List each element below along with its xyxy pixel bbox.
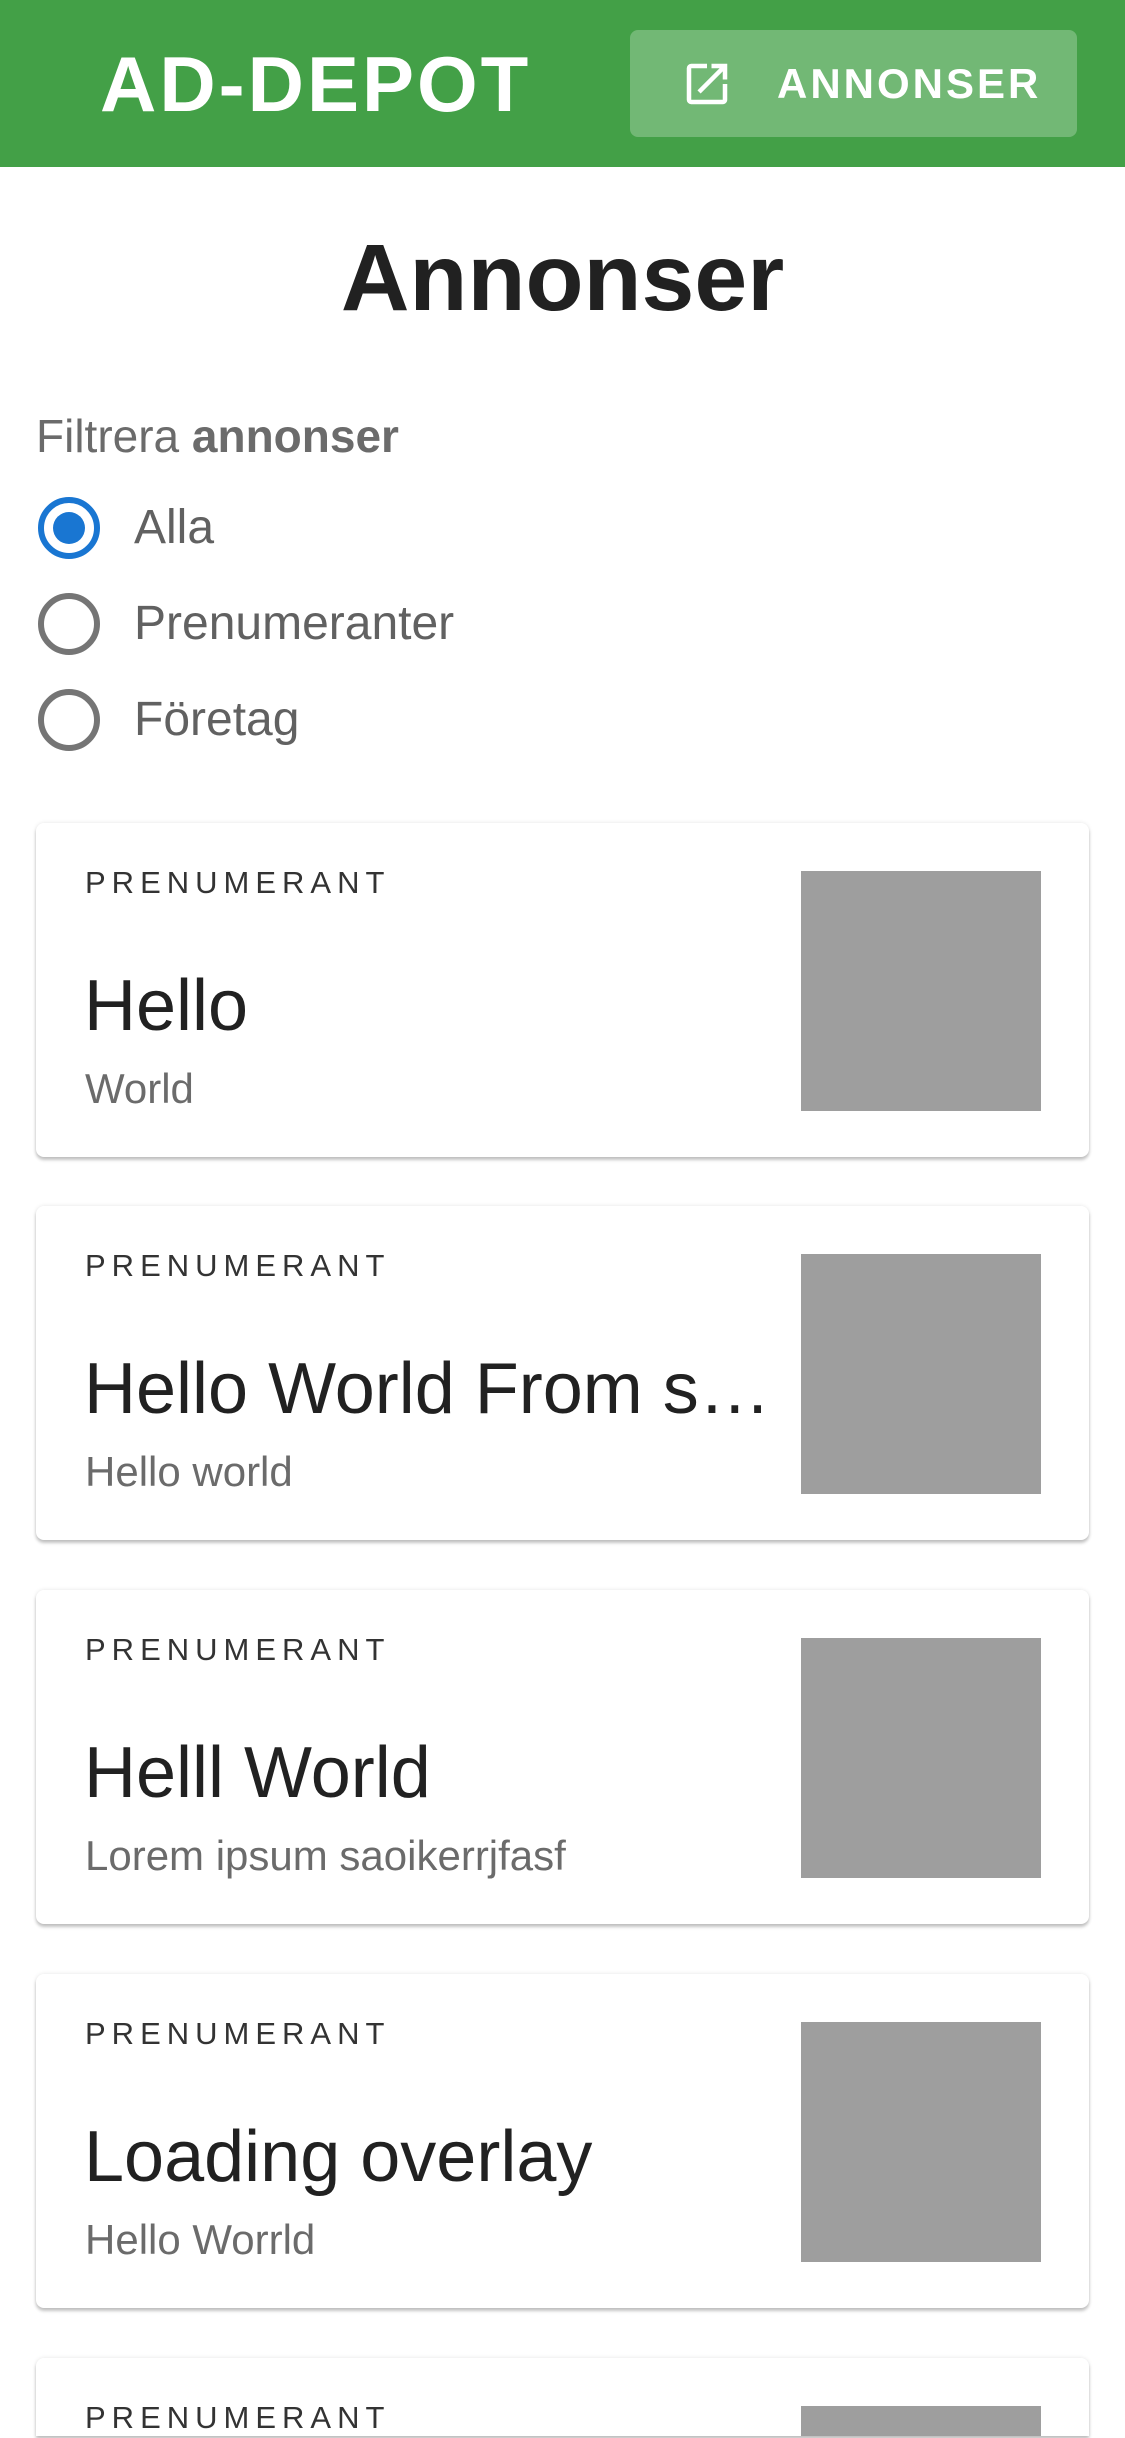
filter-option-alla[interactable]: Alla <box>38 493 214 563</box>
filter-option-label: Prenumeranter <box>134 597 455 650</box>
ad-image-placeholder <box>801 2406 1041 2436</box>
app-bar: AD-DEPOT ANNONSER <box>0 0 1125 167</box>
ad-category: PRENUMERANT <box>85 865 391 900</box>
page-title: Annonser <box>340 225 785 331</box>
nav-button-label: ANNONSER <box>777 60 1042 107</box>
ad-card[interactable]: PRENUMERANT Helll World Lorem ipsum saoi… <box>36 1590 1089 1924</box>
ad-card[interactable]: PRENUMERANT Hello World From s… Hello wo… <box>36 1206 1089 1540</box>
ad-subtitle: Hello Worrld <box>85 2216 316 2263</box>
ad-category: PRENUMERANT <box>85 2016 391 2051</box>
ad-card[interactable]: PRENUMERANT Loading overlay Hello Worrld <box>36 1974 1089 2308</box>
radio-button[interactable] <box>38 593 100 655</box>
ad-title: Hello World From s… <box>84 1349 771 1429</box>
ad-subtitle: Lorem ipsum saoikerrjfasf <box>85 1832 566 1879</box>
filter-option-foretag[interactable]: Företag <box>38 685 299 755</box>
ad-title: Hello <box>84 966 249 1046</box>
open-in-new-icon <box>686 63 728 105</box>
ad-subtitle: World <box>85 1065 194 1112</box>
radio-button-checked[interactable] <box>38 497 100 559</box>
ad-title: Loading overlay <box>84 2117 593 2197</box>
ad-subtitle: Hello world <box>85 1448 293 1495</box>
filter-option-prenumeranter[interactable]: Prenumeranter <box>38 589 454 659</box>
annonser-nav-button[interactable]: ANNONSER <box>630 30 1077 137</box>
ad-category: PRENUMERANT <box>85 1248 391 1283</box>
ad-title: Helll World <box>84 1733 431 1813</box>
filter-legend-prefix: Filtrera <box>36 410 180 462</box>
ad-card[interactable]: PRENUMERANT Hello World <box>36 823 1089 1157</box>
ad-image-placeholder <box>801 1254 1041 1494</box>
filter-legend-bold: annonser <box>191 410 399 462</box>
brand-logo[interactable]: AD-DEPOT <box>100 38 531 130</box>
ad-image-placeholder <box>801 2022 1041 2262</box>
radio-button[interactable] <box>38 689 100 751</box>
ad-category: PRENUMERANT <box>85 1632 391 1667</box>
filter-option-label: Alla <box>134 501 215 554</box>
ad-image-placeholder <box>801 871 1041 1111</box>
filter-legend: Filtrera annonser <box>36 408 399 464</box>
filter-option-label: Företag <box>134 693 300 746</box>
ad-category: PRENUMERANT <box>85 2400 391 2435</box>
ad-image-placeholder <box>801 1638 1041 1878</box>
ad-card[interactable]: PRENUMERANT <box>36 2358 1089 2436</box>
